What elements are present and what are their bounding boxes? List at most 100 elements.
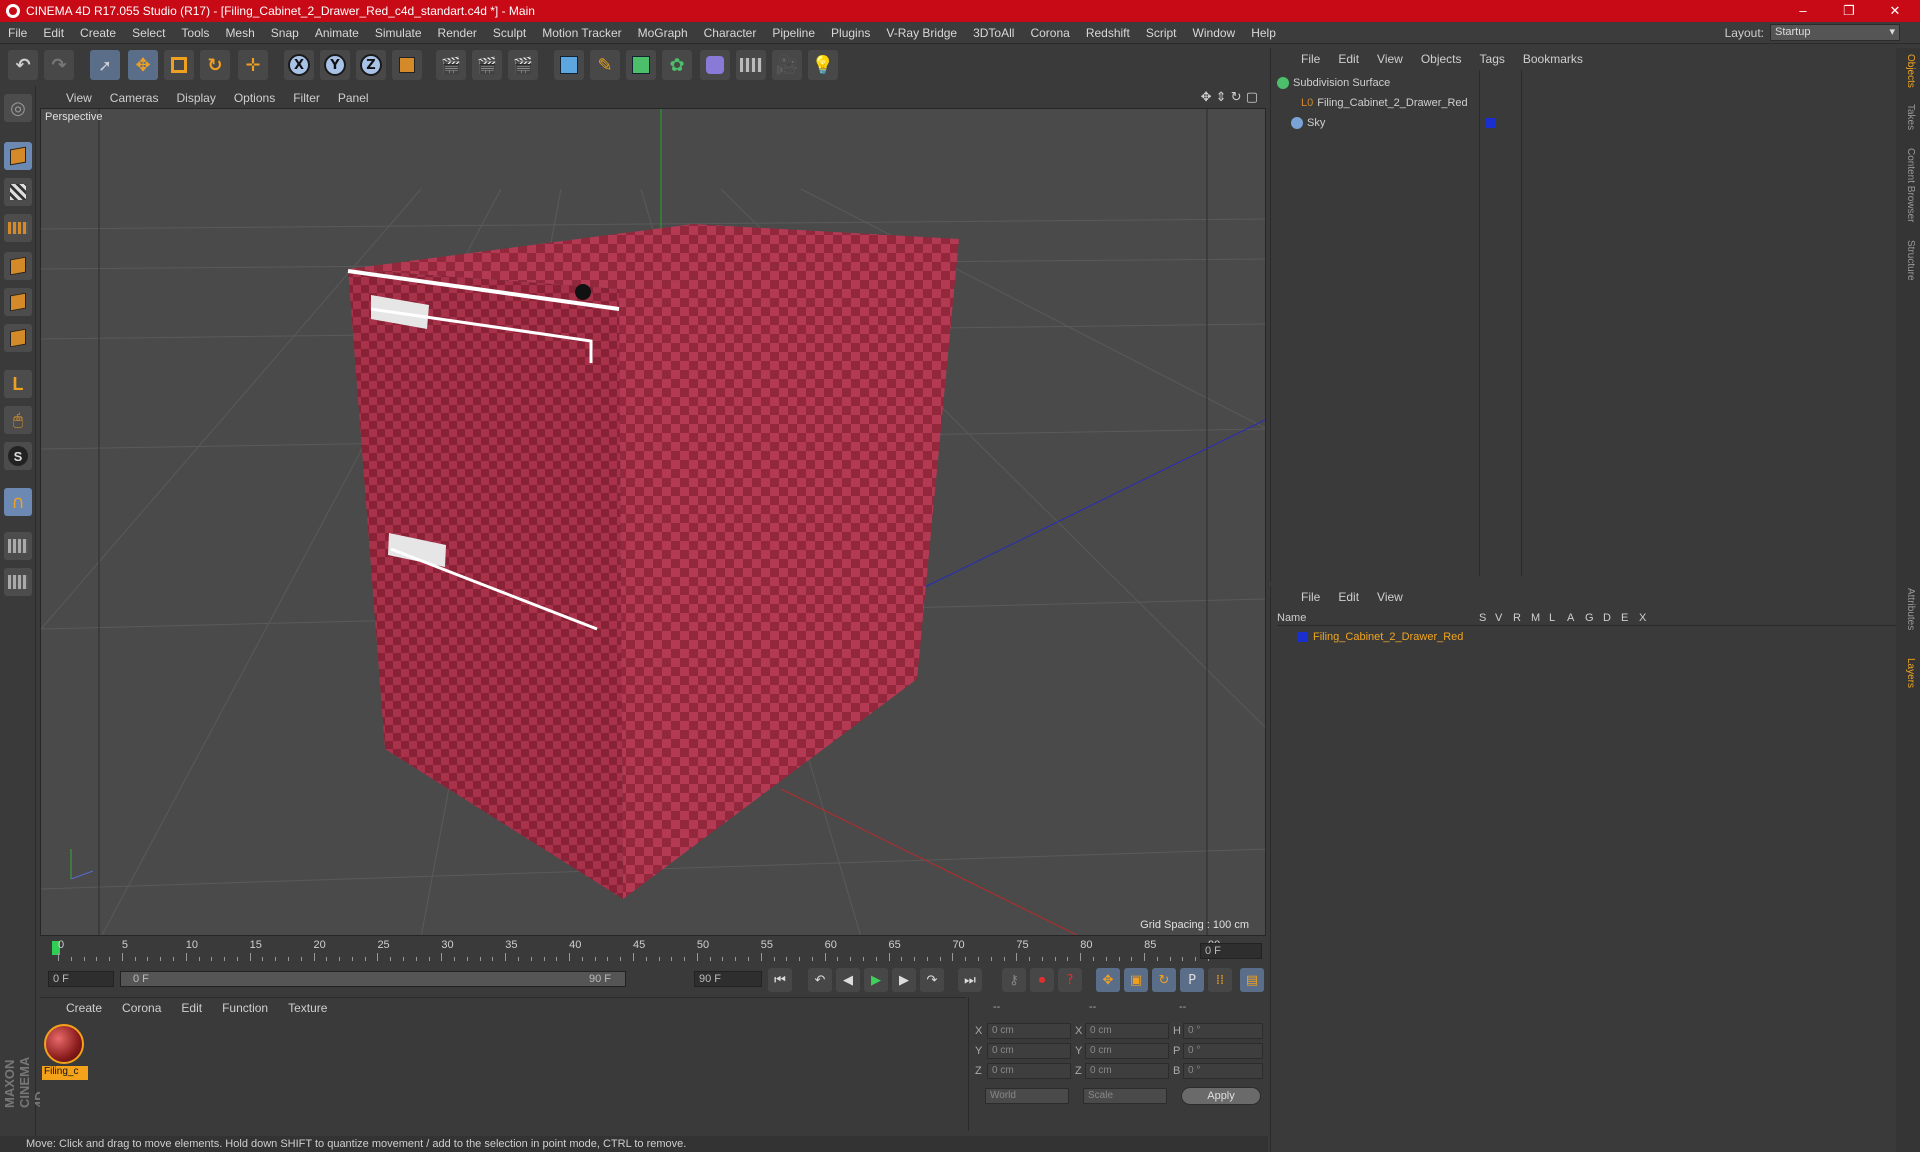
timeline-window-button[interactable]: ▤	[1240, 968, 1264, 992]
size-x-field[interactable]: 0 cm	[1085, 1023, 1169, 1039]
texture-mode-button[interactable]	[4, 178, 32, 206]
object-menu-tags[interactable]: Tags	[1480, 52, 1505, 66]
autokey-button[interactable]: ⏺	[1030, 968, 1054, 992]
object-menu-objects[interactable]: Objects	[1421, 52, 1462, 66]
frame-range-slider[interactable]: 0 F 90 F	[120, 971, 626, 987]
menu-vray-bridge[interactable]: V-Ray Bridge	[878, 26, 965, 40]
magnet-button[interactable]: ∩	[4, 488, 32, 516]
undo-button[interactable]: ↶	[8, 50, 38, 80]
key-rotation-button[interactable]: ↻	[1152, 968, 1176, 992]
planar-workplane-button[interactable]	[4, 568, 32, 596]
menu-redshift[interactable]: Redshift	[1078, 26, 1138, 40]
material-menu-create[interactable]: Create	[66, 1001, 102, 1015]
recent-tools-button[interactable]: ✛	[238, 50, 268, 80]
object-menu-file[interactable]: File	[1301, 52, 1320, 66]
key-parameter-button[interactable]: P	[1180, 968, 1204, 992]
menu-render[interactable]: Render	[430, 26, 485, 40]
layer-menu-file[interactable]: File	[1301, 590, 1320, 604]
next-key-button[interactable]: ↷	[920, 968, 944, 992]
menu-window[interactable]: Window	[1185, 26, 1244, 40]
coordinate-mode-select[interactable]: World	[985, 1088, 1069, 1104]
menu-tools[interactable]: Tools	[173, 26, 217, 40]
prev-frame-button[interactable]: ◀	[836, 968, 860, 992]
edges-mode-button[interactable]	[4, 288, 32, 316]
goto-end-button[interactable]: ⏭	[958, 968, 982, 992]
material-menu-function[interactable]: Function	[222, 1001, 268, 1015]
object-menu-view[interactable]: View	[1377, 52, 1403, 66]
points-mode-button[interactable]	[4, 252, 32, 280]
render-picture-viewer-button[interactable]: 🎬	[472, 50, 502, 80]
rot-b-field[interactable]: 0 °	[1183, 1063, 1263, 1079]
next-frame-button[interactable]: ▶	[892, 968, 916, 992]
layout-select[interactable]: Startup	[1770, 24, 1900, 41]
layer-menu-view[interactable]: View	[1377, 590, 1403, 604]
material-thumbnail[interactable]	[44, 1024, 84, 1064]
tab-structure[interactable]: Structure	[1900, 240, 1916, 281]
add-light-button[interactable]: 💡	[808, 50, 838, 80]
timeline[interactable]: 051015202530354045505560657075808590 0 F	[40, 937, 1266, 965]
maximize-button[interactable]: ❐	[1826, 0, 1872, 22]
z-axis-button[interactable]: Z	[356, 50, 386, 80]
current-frame-field[interactable]: 0 F	[1200, 943, 1262, 959]
object-row-cabinet[interactable]: L0 Filing_Cabinet_2_Drawer_Red	[1301, 94, 1468, 112]
pos-x-field[interactable]: 0 cm	[987, 1023, 1071, 1039]
menu-motion-tracker[interactable]: Motion Tracker	[534, 26, 629, 40]
tab-attributes[interactable]: Attributes	[1900, 588, 1916, 630]
add-array-button[interactable]: ✿	[662, 50, 692, 80]
size-mode-select[interactable]: Scale	[1083, 1088, 1167, 1104]
menu-simulate[interactable]: Simulate	[367, 26, 430, 40]
viewport-menu-filter[interactable]: Filter	[293, 91, 320, 105]
add-deformer-button[interactable]	[700, 50, 730, 80]
key-scale-button[interactable]: ▣	[1124, 968, 1148, 992]
layer-color-swatch[interactable]	[1485, 118, 1495, 128]
prev-key-button[interactable]: ↶	[808, 968, 832, 992]
keyframe-selection-button[interactable]: ?	[1058, 968, 1082, 992]
menu-help[interactable]: Help	[1243, 26, 1284, 40]
layer-menu-edit[interactable]: Edit	[1338, 590, 1359, 604]
apply-button[interactable]: Apply	[1181, 1087, 1261, 1105]
key-pla-button[interactable]: ⁞⁞	[1208, 968, 1232, 992]
make-editable-button[interactable]: ◎	[4, 94, 32, 122]
perspective-viewport[interactable]: Perspective Grid Spacing : 100 cm	[40, 108, 1266, 936]
menu-corona[interactable]: Corona	[1022, 26, 1077, 40]
rot-h-field[interactable]: 0 °	[1183, 1023, 1263, 1039]
coordinate-system-button[interactable]	[392, 50, 422, 80]
pos-z-field[interactable]: 0 cm	[987, 1063, 1071, 1079]
tab-content-browser[interactable]: Content Browser	[1900, 148, 1916, 222]
render-settings-button[interactable]: 🎬	[508, 50, 538, 80]
material-menu-texture[interactable]: Texture	[288, 1001, 327, 1015]
menu-plugins[interactable]: Plugins	[823, 26, 878, 40]
y-axis-button[interactable]: Y	[320, 50, 350, 80]
snap-button[interactable]: S	[4, 442, 32, 470]
key-position-button[interactable]: ✥	[1096, 968, 1120, 992]
object-row-subdivision[interactable]: Subdivision Surface	[1277, 74, 1390, 92]
add-cube-button[interactable]	[554, 50, 584, 80]
axis-mode-button[interactable]: L	[4, 370, 32, 398]
close-button[interactable]: ✕	[1872, 0, 1918, 22]
menu-snap[interactable]: Snap	[263, 26, 307, 40]
size-y-field[interactable]: 0 cm	[1085, 1043, 1169, 1059]
object-menu-edit[interactable]: Edit	[1338, 52, 1359, 66]
menu-edit[interactable]: Edit	[35, 26, 72, 40]
workplane-mode-button[interactable]	[4, 214, 32, 242]
menu-mesh[interactable]: Mesh	[217, 26, 262, 40]
add-camera-button[interactable]: 🎥	[772, 50, 802, 80]
material-menu-edit[interactable]: Edit	[181, 1001, 202, 1015]
start-frame-field[interactable]: 0 F	[48, 971, 114, 987]
tab-takes[interactable]: Takes	[1900, 104, 1916, 130]
menu-mograph[interactable]: MoGraph	[630, 26, 696, 40]
add-nurbs-button[interactable]	[626, 50, 656, 80]
viewport-menu-panel[interactable]: Panel	[338, 91, 369, 105]
scale-tool-button[interactable]	[164, 50, 194, 80]
tab-objects[interactable]: Objects	[1900, 54, 1916, 88]
record-keys-button[interactable]: ⚷	[1002, 968, 1026, 992]
menu-create[interactable]: Create	[72, 26, 124, 40]
x-axis-button[interactable]: X	[284, 50, 314, 80]
menu-3dtoall[interactable]: 3DToAll	[965, 26, 1022, 40]
menu-script[interactable]: Script	[1138, 26, 1185, 40]
rot-p-field[interactable]: 0 °	[1183, 1043, 1263, 1059]
menu-character[interactable]: Character	[696, 26, 765, 40]
model-mode-button[interactable]	[4, 142, 32, 170]
lock-workplane-button[interactable]	[4, 532, 32, 560]
end-frame-field[interactable]: 90 F	[694, 971, 762, 987]
